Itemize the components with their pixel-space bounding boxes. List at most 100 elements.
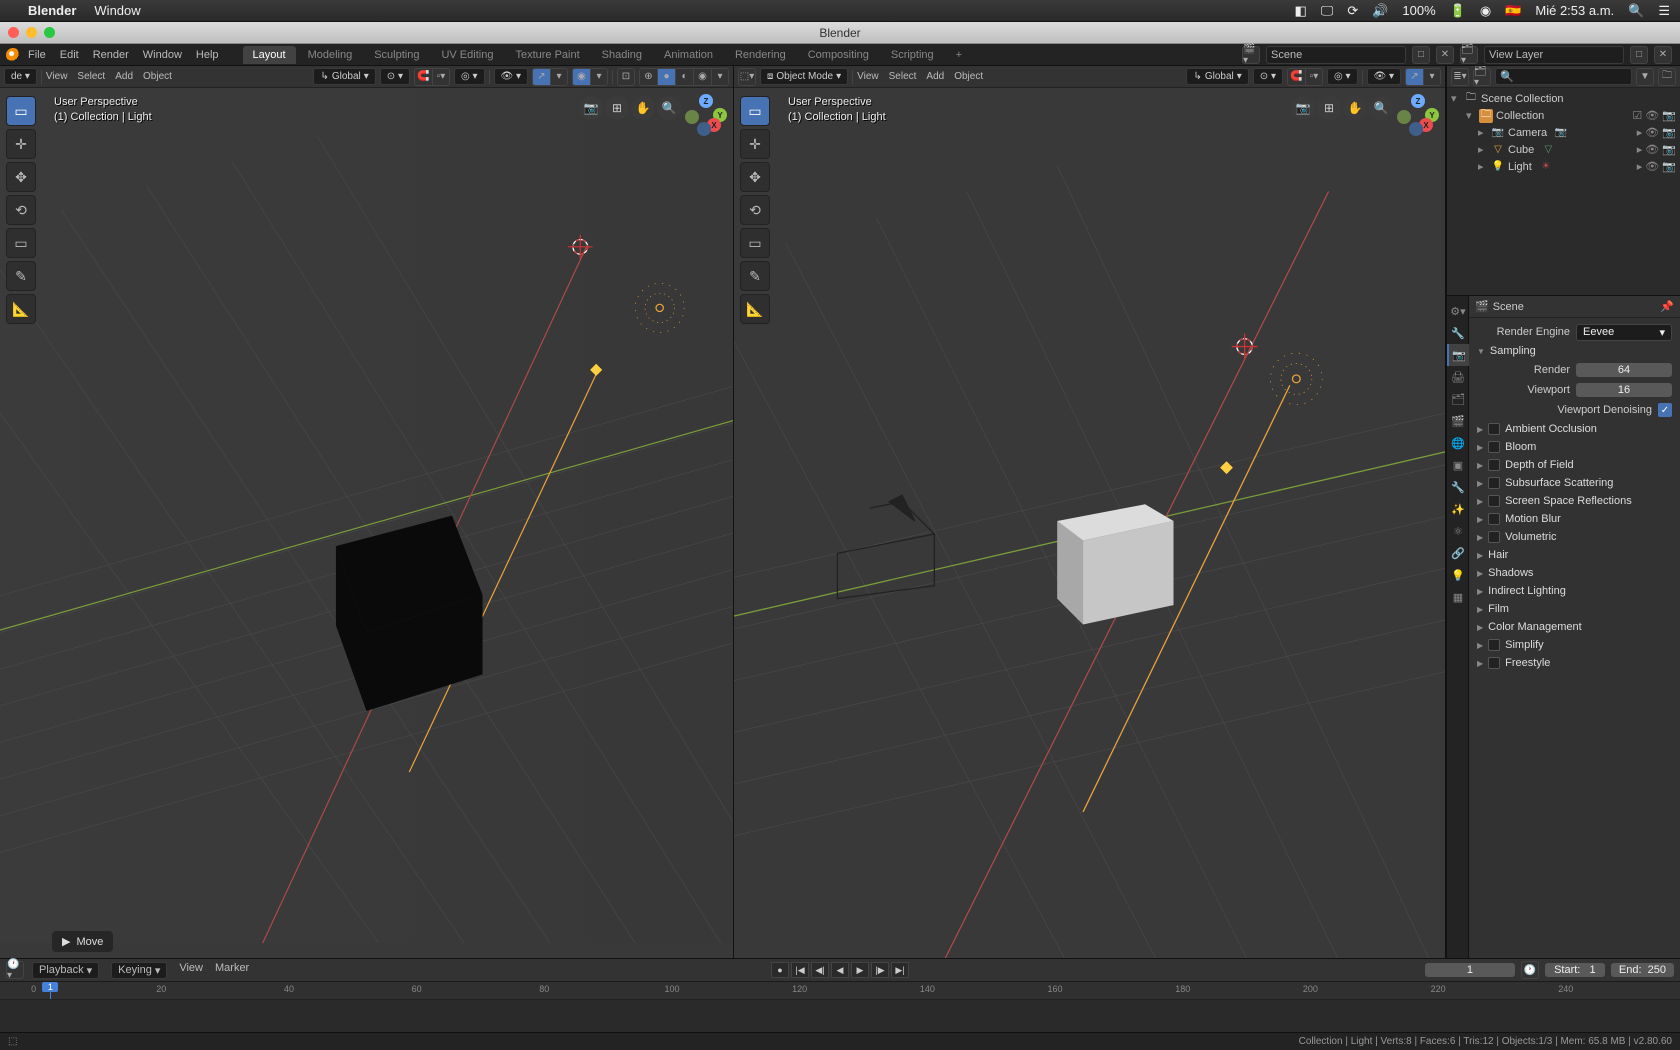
tool-transform[interactable]: ✎ — [6, 261, 36, 291]
jump-start-button[interactable]: |◀ — [791, 962, 809, 978]
workspace-add-button[interactable]: + — [946, 46, 972, 64]
pivot-dropdown[interactable]: ⊙ ▾ — [380, 68, 410, 85]
view-menu[interactable]: View — [46, 71, 68, 82]
viewport-samples-field[interactable]: 16 — [1576, 383, 1672, 397]
zoom-button[interactable]: 🔍 — [1369, 96, 1393, 120]
maximize-window-button[interactable] — [44, 27, 55, 38]
z-axis-icon[interactable]: Z — [1411, 94, 1425, 108]
viewport-canvas-right[interactable]: User Perspective (1) Collection | Light … — [734, 88, 1445, 958]
tool-select[interactable]: ▭ — [6, 96, 36, 126]
marker-menu[interactable]: Marker — [215, 962, 249, 979]
battery-icon[interactable]: 🔋 — [1450, 3, 1466, 19]
view-menu[interactable]: View — [857, 71, 879, 82]
tab-world[interactable]: 🌐 — [1447, 432, 1469, 454]
timeline-track[interactable]: 020406080100120140160180200220240 1 — [0, 981, 1680, 1032]
tool-select[interactable]: ▭ — [740, 96, 770, 126]
workspace-tab-rendering[interactable]: Rendering — [725, 46, 796, 64]
start-frame-field[interactable]: Start: 1 — [1545, 963, 1605, 977]
playback-menu[interactable]: Playback ▾ — [32, 962, 99, 979]
layer-new-button[interactable]: □ — [1630, 46, 1648, 64]
tab-scene[interactable]: 🎬 — [1447, 410, 1469, 432]
window-menu[interactable]: Window — [94, 3, 140, 18]
gizmo-toggle[interactable]: ↗ — [1405, 68, 1423, 86]
camera-view-button[interactable]: 📷 — [1291, 96, 1315, 120]
gizmo-options[interactable]: ▾ — [550, 68, 568, 86]
proportional-dropdown[interactable]: ◎ ▾ — [1327, 68, 1358, 85]
auto-keyframe-button[interactable]: ● — [771, 962, 789, 978]
workspace-tab-texture[interactable]: Texture Paint — [505, 46, 589, 64]
outliner-tree[interactable]: ▾ 🗀 Scene Collection ▾ 🗀 Collection ☑ 👁 … — [1447, 88, 1680, 295]
close-window-button[interactable] — [8, 27, 19, 38]
scene-name-field[interactable]: Scene — [1266, 46, 1406, 64]
tab-output[interactable]: 📷 — [1447, 344, 1469, 366]
render-menu[interactable]: Render — [93, 49, 129, 61]
tool-rotate[interactable]: ⟲ — [740, 195, 770, 225]
nav-gizmo[interactable]: Z Y X — [1397, 94, 1439, 136]
orientation-dropdown[interactable]: ↳ Global ▾ — [1186, 68, 1248, 85]
render-engine-dropdown[interactable]: Eevee ▾ — [1576, 324, 1672, 341]
shading-solid[interactable]: ● — [657, 68, 675, 86]
editor-type-selector[interactable]: ⚙▾ — [1447, 300, 1469, 322]
tool-annotate[interactable]: 📐 — [740, 294, 770, 324]
camera-view-button[interactable]: 📷 — [579, 96, 603, 120]
workspace-tab-compositing[interactable]: Compositing — [798, 46, 879, 64]
pan-button[interactable]: ✋ — [631, 96, 655, 120]
collection-row[interactable]: ▾ 🗀 Collection ☑ 👁 📷 — [1447, 107, 1680, 124]
tool-rotate[interactable]: ⟲ — [6, 195, 36, 225]
tool-scale[interactable]: ▭ — [740, 228, 770, 258]
tab-constraint[interactable]: 🔗 — [1447, 542, 1469, 564]
tool-transform[interactable]: ✎ — [740, 261, 770, 291]
tool-annotate[interactable]: 📐 — [6, 294, 36, 324]
redo-panel[interactable]: ▶ Move — [52, 931, 113, 952]
layer-browse-button[interactable]: 🗂▾ — [1460, 46, 1478, 64]
panel-subsurface-scattering[interactable]: Subsurface Scattering — [1469, 474, 1680, 492]
object-visibility[interactable]: 👁 ▾ — [494, 68, 529, 85]
tab-particle[interactable]: ✨ — [1447, 498, 1469, 520]
pin-icon[interactable]: 📌 — [1660, 300, 1674, 313]
display-icon[interactable]: 🖵 — [1321, 3, 1334, 19]
tab-render[interactable]: 🔧 — [1447, 322, 1469, 344]
panel-freestyle[interactable]: Freestyle — [1469, 654, 1680, 672]
workspace-tab-sculpting[interactable]: Sculpting — [364, 46, 429, 64]
tray-icon[interactable]: ◧ — [1294, 3, 1306, 19]
blender-logo-icon[interactable] — [6, 48, 20, 62]
z-axis-icon[interactable]: Z — [699, 94, 713, 108]
jump-end-button[interactable]: ▶| — [891, 962, 909, 978]
viewport-canvas-left[interactable]: User Perspective (1) Collection | Light … — [0, 88, 733, 958]
overlay-options[interactable]: ▾ — [590, 68, 608, 86]
tool-cursor[interactable]: ✛ — [740, 129, 770, 159]
pivot-dropdown[interactable]: ⊙ ▾ — [1253, 68, 1283, 85]
scene-browse-button[interactable]: 🎬▾ — [1242, 46, 1260, 64]
tab-object[interactable]: ▣ — [1447, 454, 1469, 476]
viewlayer-name-field[interactable]: View Layer — [1484, 46, 1624, 64]
tab-output-props[interactable]: 🖨 — [1447, 366, 1469, 388]
outliner-camera-row[interactable]: ▸ 📷 Camera 📷 ▸ 👁 📷 — [1447, 124, 1680, 141]
object-menu[interactable]: Object — [143, 71, 172, 82]
scene-collection-row[interactable]: ▾ 🗀 Scene Collection — [1447, 90, 1680, 107]
neg-y-axis-icon[interactable] — [685, 110, 699, 124]
outliner-light-row[interactable]: ▸ 💡 Light ☀ ▸ 👁 📷 — [1447, 158, 1680, 175]
lock-range-button[interactable]: 🕐 — [1521, 961, 1539, 979]
scene-new-button[interactable]: □ — [1412, 46, 1430, 64]
outliner-cube-row[interactable]: ▸ ▽ Cube ▽ ▸ 👁 📷 — [1447, 141, 1680, 158]
panel-hair[interactable]: Hair — [1469, 546, 1680, 564]
tool-move[interactable]: ✥ — [6, 162, 36, 192]
flag-icon[interactable]: 🇪🇸 — [1505, 3, 1521, 19]
play-reverse-button[interactable]: ◀ — [831, 962, 849, 978]
display-mode-selector[interactable]: 🗂▾ — [1473, 68, 1491, 86]
new-collection-button[interactable]: 🗀 — [1658, 68, 1676, 86]
neg-z-axis-icon[interactable] — [697, 122, 711, 136]
timeline-type-selector[interactable]: 🕐▾ — [6, 961, 24, 979]
tab-data[interactable]: 💡 — [1447, 564, 1469, 586]
gizmo-toggle[interactable]: ↗ — [532, 68, 550, 86]
proportional-dropdown[interactable]: ◎ ▾ — [454, 68, 485, 85]
current-frame-field[interactable]: 1 — [1425, 963, 1515, 977]
context-label[interactable]: Scene — [1493, 301, 1524, 313]
panel-shadows[interactable]: Shadows — [1469, 564, 1680, 582]
sync-icon[interactable]: ⟳ — [1347, 3, 1358, 19]
panel-depth-of-field[interactable]: Depth of Field — [1469, 456, 1680, 474]
workspace-tab-scripting[interactable]: Scripting — [881, 46, 944, 64]
outliner-search-input[interactable]: 🔍 — [1495, 68, 1632, 85]
filter-button[interactable]: ▼ — [1636, 68, 1654, 86]
select-menu[interactable]: Select — [77, 71, 105, 82]
